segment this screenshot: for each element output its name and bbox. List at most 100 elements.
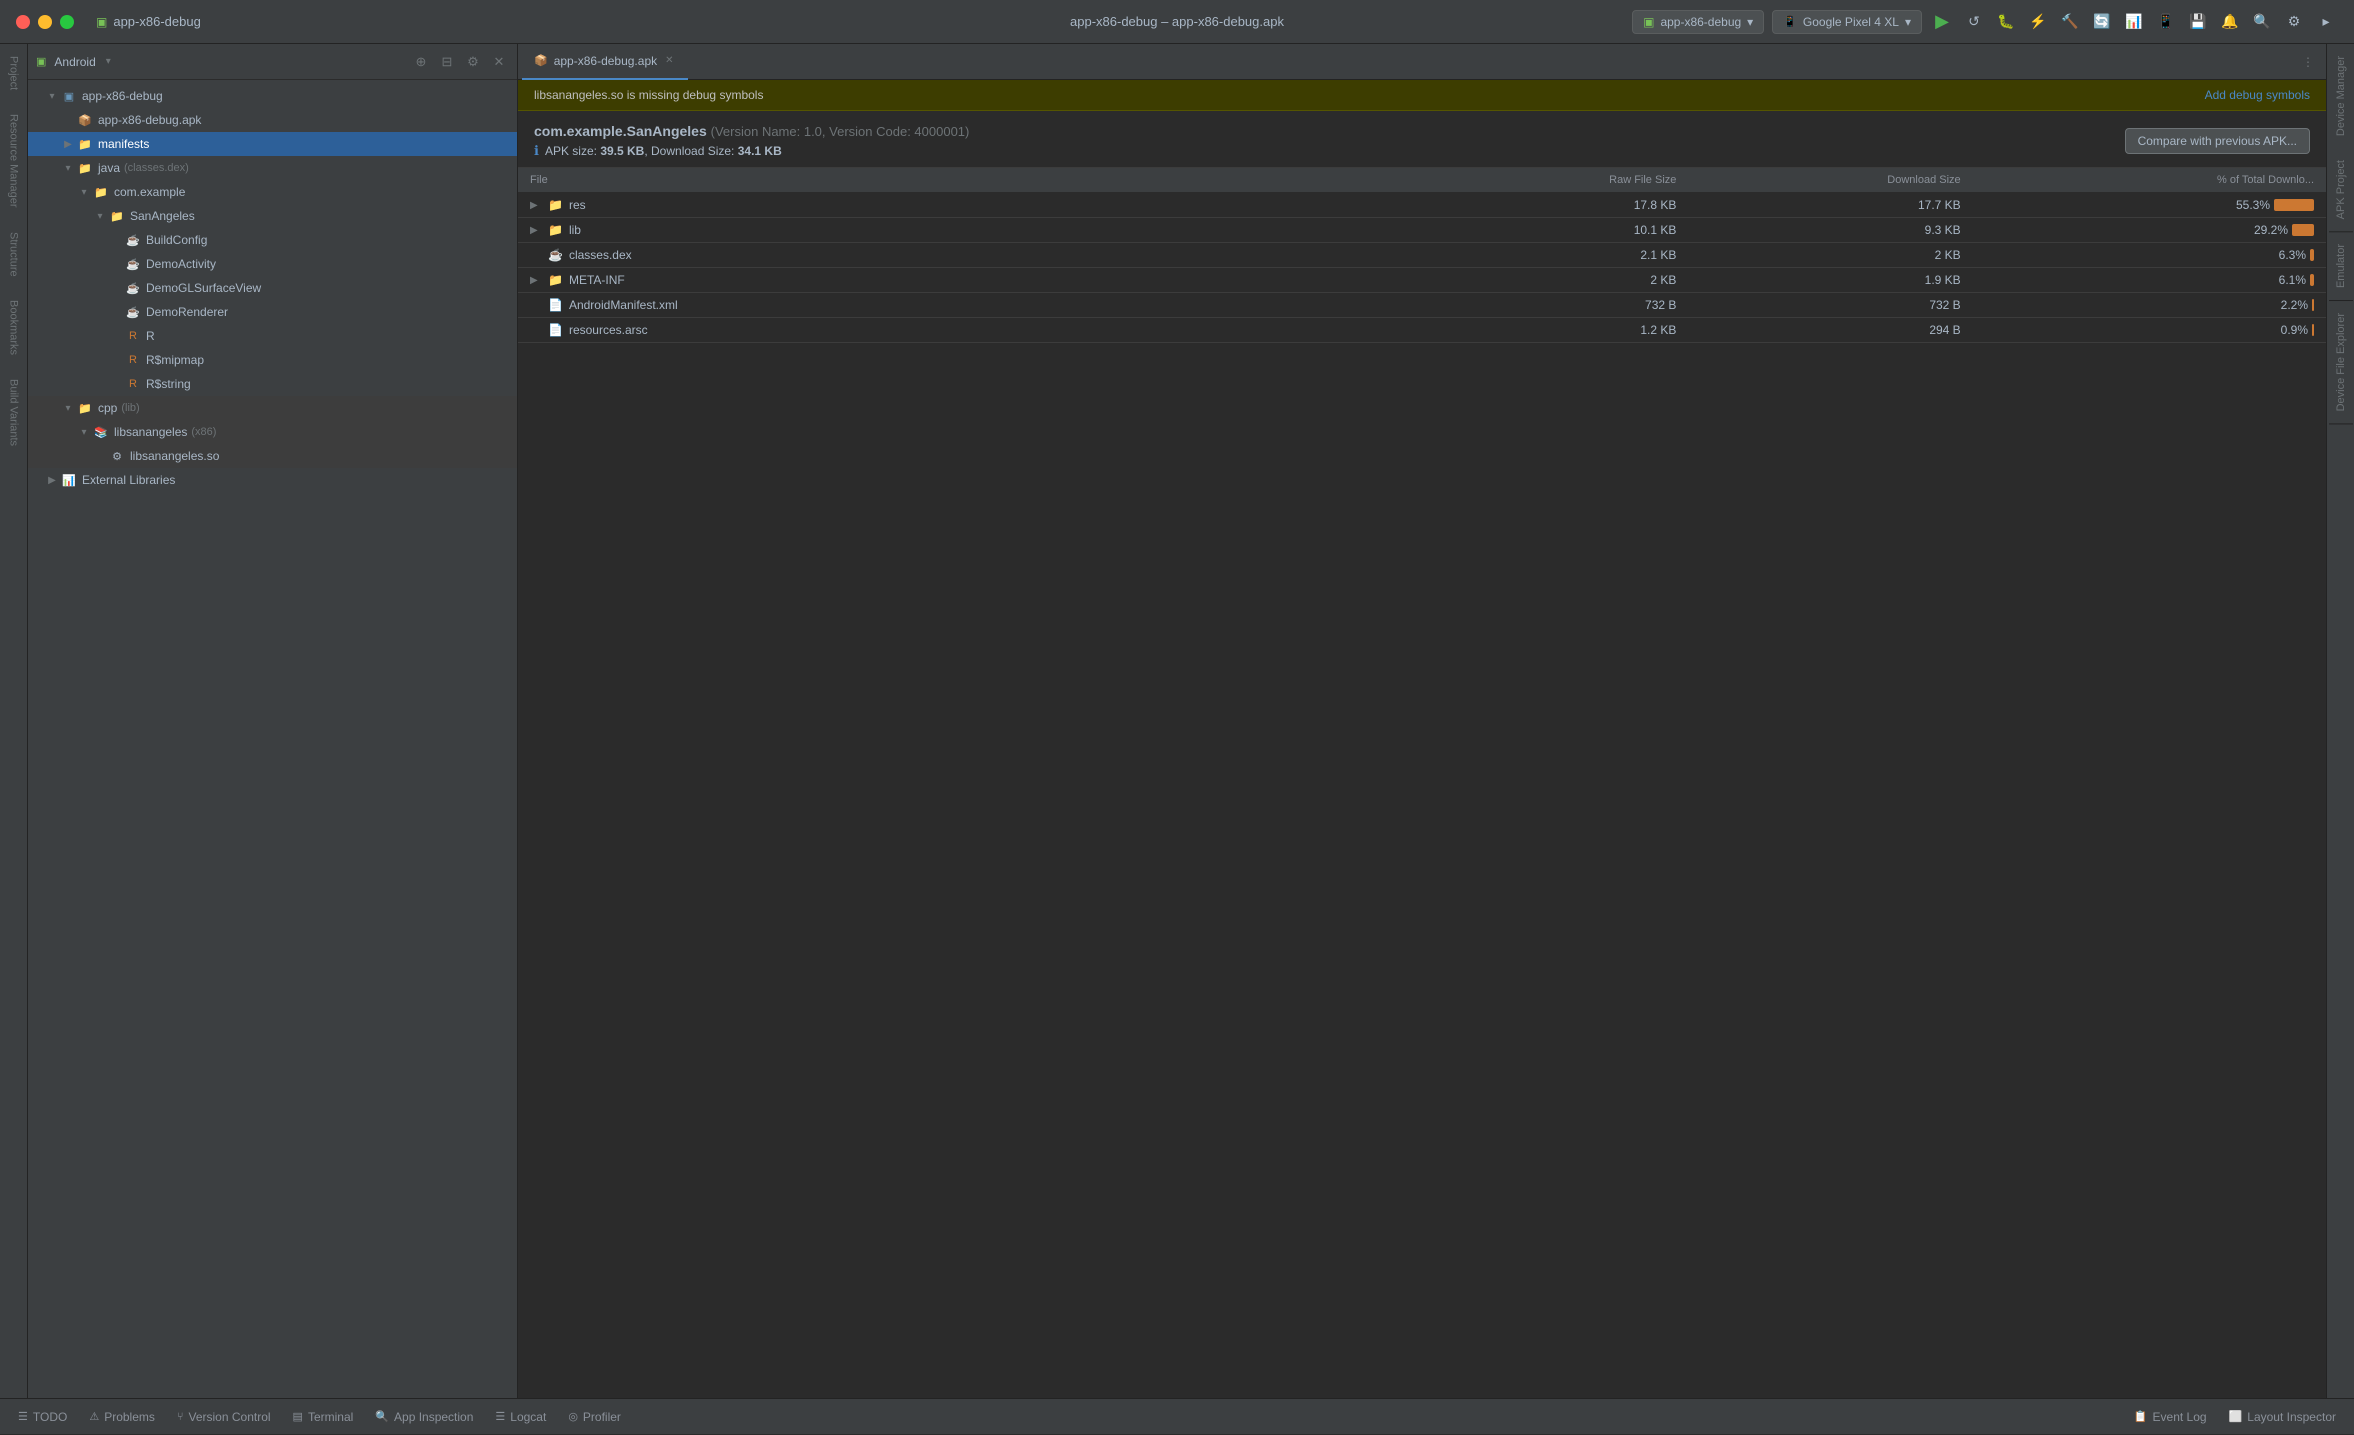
table-row[interactable]: 📄resources.arsc1.2 KB294 B0.9% <box>518 318 2326 343</box>
raw-size-cell: 17.8 KB <box>1422 193 1688 218</box>
project-panel: ▣ Android ▾ ⊕ ⊟ ⚙ ✕ ▾ ▣ app-x86-debug ▶ … <box>28 44 518 1398</box>
attach-button[interactable]: ⚡ <box>2026 10 2050 34</box>
close-button[interactable] <box>16 15 30 29</box>
profile-button[interactable]: 📊 <box>2122 10 2146 34</box>
expand-row-arrow[interactable]: ▶ <box>530 275 542 286</box>
tree-item-app-root[interactable]: ▾ ▣ app-x86-debug <box>28 84 517 108</box>
sync-button[interactable]: 🔄 <box>2090 10 2114 34</box>
tree-item-com-example[interactable]: ▾ 📁 com.example <box>28 180 517 204</box>
build-variants-label[interactable]: Build Variants <box>2 367 26 458</box>
notification-button[interactable]: 🔔 <box>2218 10 2242 34</box>
event-log-icon: 📋 <box>2134 1410 2148 1423</box>
settings-button[interactable]: ⚙ <box>2282 10 2306 34</box>
table-row[interactable]: ▶📁META-INF2 KB1.9 KB6.1% <box>518 268 2326 293</box>
close-panel-action[interactable]: ✕ <box>489 52 509 72</box>
panel-title: Android <box>54 55 95 69</box>
todo-label: TODO <box>33 1410 67 1424</box>
file-type-icon: 📁 <box>548 198 563 212</box>
expand-row-arrow[interactable]: ▶ <box>530 200 542 211</box>
tree-item-cpp[interactable]: ▾ 📁 cpp (lib) <box>28 396 517 420</box>
run-button[interactable]: ▶ <box>1930 10 1954 34</box>
minimize-button[interactable] <box>38 15 52 29</box>
todo-button[interactable]: ☰ TODO <box>8 1399 77 1435</box>
app-name-label: com.example.SanAngeles <box>534 123 707 139</box>
tree-item-libsa[interactable]: ▾ 📚 libsanangeles (x86) <box>28 420 517 444</box>
tree-item-demoactivity[interactable]: ▶ ☕ DemoActivity <box>28 252 517 276</box>
tree-item-r[interactable]: ▶ R R <box>28 324 517 348</box>
table-row[interactable]: ▶📁lib10.1 KB9.3 KB29.2% <box>518 218 2326 243</box>
problems-icon: ⚠ <box>89 1410 99 1423</box>
profiler-button[interactable]: ◎ Profiler <box>558 1399 631 1435</box>
file-table: File Raw File Size Download Size % of To… <box>518 168 2326 343</box>
expand-all-action[interactable]: ⊕ <box>411 52 431 72</box>
table-row[interactable]: ▶📁res17.8 KB17.7 KB55.3% <box>518 193 2326 218</box>
terminal-button[interactable]: ▤ Terminal <box>283 1399 364 1435</box>
bottom-bar: ☰ TODO ⚠ Problems ⑂ Version Control ▤ Te… <box>0 1398 2354 1434</box>
tree-item-java[interactable]: ▾ 📁 java (classes.dex) <box>28 156 517 180</box>
tree-label-r: R <box>146 329 155 343</box>
app-inspection-label: App Inspection <box>394 1410 473 1424</box>
bookmarks-label[interactable]: Bookmarks <box>2 288 26 367</box>
tree-item-demoglsurface[interactable]: ▶ ☕ DemoGLSurfaceView <box>28 276 517 300</box>
add-debug-symbols-link[interactable]: Add debug symbols <box>2205 88 2310 102</box>
device-manager-label[interactable]: Device Manager <box>2329 44 2353 148</box>
search-button[interactable]: 🔍 <box>2250 10 2274 34</box>
tab-apk-label: app-x86-debug.apk <box>554 54 657 68</box>
apk-project-label[interactable]: APK Project <box>2329 148 2353 232</box>
device-file-explorer-label[interactable]: Device File Explorer <box>2329 301 2353 424</box>
percent-cell: 55.3% <box>1973 193 2326 218</box>
logcat-button[interactable]: ☰ Logcat <box>485 1399 556 1435</box>
collapse-action[interactable]: ⊟ <box>437 52 457 72</box>
file-name-cell: 📄resources.arsc <box>518 318 1422 343</box>
panel-dropdown-arrow[interactable]: ▾ <box>106 56 111 67</box>
sdk-button[interactable]: 💾 <box>2186 10 2210 34</box>
file-name-text: lib <box>569 223 581 237</box>
tree-meta-java: (classes.dex) <box>124 162 189 174</box>
event-log-button[interactable]: 📋 Event Log <box>2124 1399 2217 1435</box>
build-button[interactable]: 🔨 <box>2058 10 2082 34</box>
version-control-button[interactable]: ⑂ Version Control <box>167 1399 281 1435</box>
todo-icon: ☰ <box>18 1410 28 1423</box>
problems-button[interactable]: ⚠ Problems <box>79 1399 165 1435</box>
download-size-cell: 294 B <box>1688 318 1972 343</box>
rerun-button[interactable]: ↺ <box>1962 10 1986 34</box>
gear-action[interactable]: ⚙ <box>463 52 483 72</box>
compare-button[interactable]: Compare with previous APK... <box>2125 128 2310 154</box>
tree-item-sanangeles[interactable]: ▾ 📁 SanAngeles <box>28 204 517 228</box>
tree-label-demoglsurface: DemoGLSurfaceView <box>146 281 261 295</box>
device-mgr-button[interactable]: 📱 <box>2154 10 2178 34</box>
tree-item-ext-libs[interactable]: ▶ 📊 External Libraries <box>28 468 517 492</box>
tree-item-apk[interactable]: ▶ 📦 app-x86-debug.apk <box>28 108 517 132</box>
tab-more-button[interactable]: ⋮ <box>2294 55 2322 69</box>
table-row[interactable]: ☕classes.dex2.1 KB2 KB6.3% <box>518 243 2326 268</box>
tree-item-buildconfig[interactable]: ▶ ☕ BuildConfig <box>28 228 517 252</box>
more-button[interactable]: ▸ <box>2314 10 2338 34</box>
device-dropdown[interactable]: 📱 Google Pixel 4 XL ▾ <box>1772 10 1922 34</box>
expand-row-arrow[interactable]: ▶ <box>530 225 542 236</box>
percent-value: 55.3% <box>2236 198 2270 212</box>
tree-item-libsa-so[interactable]: ▶ ⚙ libsanangeles.so <box>28 444 517 468</box>
expand-arrow-java: ▾ <box>60 160 76 176</box>
maximize-button[interactable] <box>60 15 74 29</box>
tab-apk[interactable]: 📦 app-x86-debug.apk ✕ <box>522 44 688 80</box>
project-side-label[interactable]: Project <box>2 44 26 102</box>
debug-button[interactable]: 🐛 <box>1994 10 2018 34</box>
expand-arrow-cpp: ▾ <box>60 400 76 416</box>
window-title: app-x86-debug – app-x86-debug.apk <box>1070 14 1284 29</box>
tree-label-libsa-so: libsanangeles.so <box>130 449 219 463</box>
tree-item-rstring[interactable]: ▶ R R$string <box>28 372 517 396</box>
tree-item-demorenderer[interactable]: ▶ ☕ DemoRenderer <box>28 300 517 324</box>
tab-close-apk[interactable]: ✕ <box>663 53 675 68</box>
table-row[interactable]: 📄AndroidManifest.xml732 B732 B2.2% <box>518 293 2326 318</box>
emulator-label[interactable]: Emulator <box>2329 232 2353 301</box>
layout-inspector-button[interactable]: ⬜ Layout Inspector <box>2219 1399 2346 1435</box>
structure-label[interactable]: Structure <box>2 220 26 289</box>
col-file: File <box>518 168 1422 193</box>
tree-item-rmipmap[interactable]: ▶ R R$mipmap <box>28 348 517 372</box>
config-dropdown[interactable]: ▣ app-x86-debug ▾ <box>1632 10 1764 34</box>
resource-manager-label[interactable]: Resource Manager <box>2 102 26 220</box>
app-inspection-button[interactable]: 🔍 App Inspection <box>365 1399 483 1435</box>
apk-title-block: com.example.SanAngeles (Version Name: 1.… <box>534 123 969 159</box>
tree-item-manifests[interactable]: ▶ 📁 manifests <box>28 132 517 156</box>
content-area: 📦 app-x86-debug.apk ✕ ⋮ libsanangeles.so… <box>518 44 2326 1398</box>
